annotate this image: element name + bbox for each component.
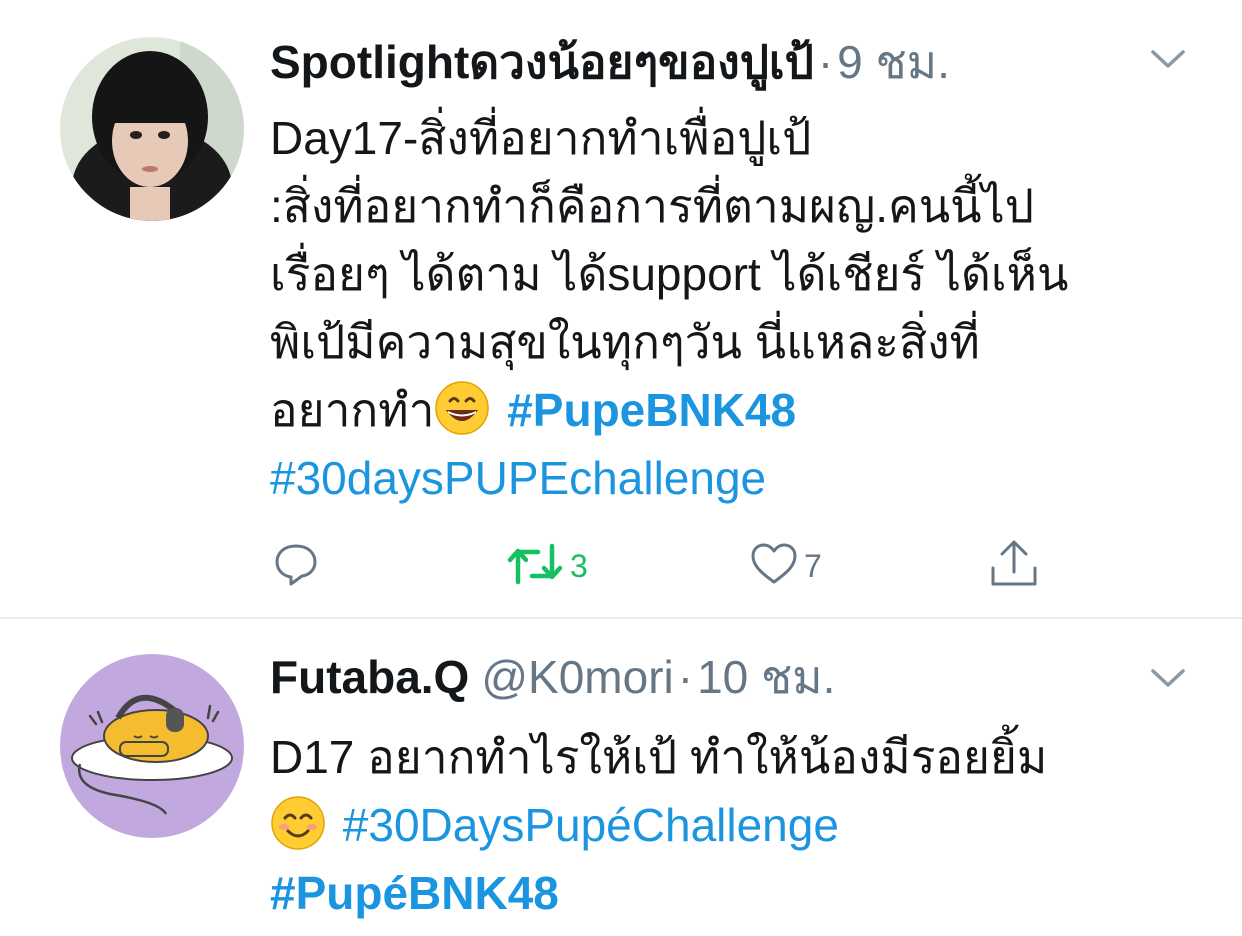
tweet-text: Day17-สิ่งที่อยากทำเพื่อปูเป้ :สิ่งที่อย… bbox=[270, 104, 1200, 512]
timestamp[interactable]: 10 ชม. bbox=[697, 651, 835, 703]
chevron-down-icon[interactable] bbox=[1148, 44, 1188, 72]
hashtag-link[interactable]: #PupéBNK48 bbox=[270, 867, 559, 919]
tweet[interactable]: Spotlightดวงน้อยๆของปูเป้·9 ชม. Day17-สิ… bbox=[0, 0, 1242, 617]
text-line-with-tag: #30DaysPupéChallenge bbox=[270, 791, 1200, 859]
share-icon bbox=[988, 538, 1040, 595]
retweet-count: 3 bbox=[570, 547, 588, 584]
retweet-icon bbox=[506, 540, 564, 593]
tweet-text: D17 อยากทำไรให้เป้ ทำให้น้องมีรอยยิ้ม #3… bbox=[270, 723, 1200, 927]
hashtag-link[interactable]: #30daysPUPEchallenge bbox=[270, 452, 766, 504]
text-line: Day17-สิ่งที่อยากทำเพื่อปูเป้ bbox=[270, 112, 812, 164]
text-segment: อยากทำ bbox=[270, 384, 435, 436]
text-line: D17 อยากทำไรให้เป้ ทำให้น้องมีรอยยิ้ม bbox=[270, 731, 1048, 783]
retweet-button[interactable]: 3 bbox=[506, 538, 588, 594]
text-line-with-tag: อยากทำ #PupeBNK48 bbox=[270, 376, 1200, 444]
tweet[interactable]: Futaba.Q @K0mori·10 ชม. D17 อยากทำไรให้เป… bbox=[0, 619, 1242, 936]
hashtag-link[interactable]: #30DaysPupéChallenge bbox=[343, 799, 839, 851]
reply-button[interactable] bbox=[272, 538, 320, 594]
handle[interactable]: @K0mori bbox=[481, 651, 673, 703]
text-line-with-tag: #30daysPUPEchallenge bbox=[270, 444, 1200, 512]
avatar[interactable] bbox=[60, 654, 244, 838]
hashtag-link[interactable]: #PupeBNK48 bbox=[507, 384, 796, 436]
reply-icon bbox=[272, 540, 320, 593]
like-count: 7 bbox=[804, 547, 822, 584]
text-line: เรื่อยๆ ได้ตาม ได้support ได้เชียร์ ได้เ… bbox=[270, 248, 1069, 300]
tweet-header: Futaba.Q @K0mori·10 ชม. bbox=[270, 649, 1182, 705]
text-line: พิเป้มีความสุขในทุกๆวัน นี่แหละสิ่งที่ bbox=[270, 316, 980, 368]
timeline: Spotlightดวงน้อยๆของปูเป้·9 ชม. Day17-สิ… bbox=[0, 0, 1242, 936]
like-button[interactable]: 7 bbox=[750, 538, 822, 594]
avatar[interactable] bbox=[60, 37, 244, 221]
separator: · bbox=[817, 36, 834, 88]
heart-icon bbox=[750, 540, 798, 593]
tweet-header: Spotlightดวงน้อยๆของปูเป้·9 ชม. bbox=[270, 34, 1182, 90]
grinning-face-emoji bbox=[434, 380, 490, 436]
display-name[interactable]: Spotlightดวงน้อยๆของปูเป้ bbox=[270, 36, 814, 88]
timestamp[interactable]: 9 ชม. bbox=[837, 36, 950, 88]
smiling-face-emoji bbox=[270, 795, 326, 851]
text-line-with-tag: #PupéBNK48 bbox=[270, 859, 1200, 927]
text-line: :สิ่งที่อยากทำก็คือการที่ตามผญ.คนนี้ไป bbox=[270, 180, 1034, 232]
separator: · bbox=[677, 651, 694, 703]
tweet-actions: 3 7 bbox=[270, 538, 1070, 594]
chevron-down-icon[interactable] bbox=[1148, 663, 1188, 691]
display-name[interactable]: Futaba.Q bbox=[270, 651, 469, 703]
share-button[interactable] bbox=[988, 538, 1040, 594]
